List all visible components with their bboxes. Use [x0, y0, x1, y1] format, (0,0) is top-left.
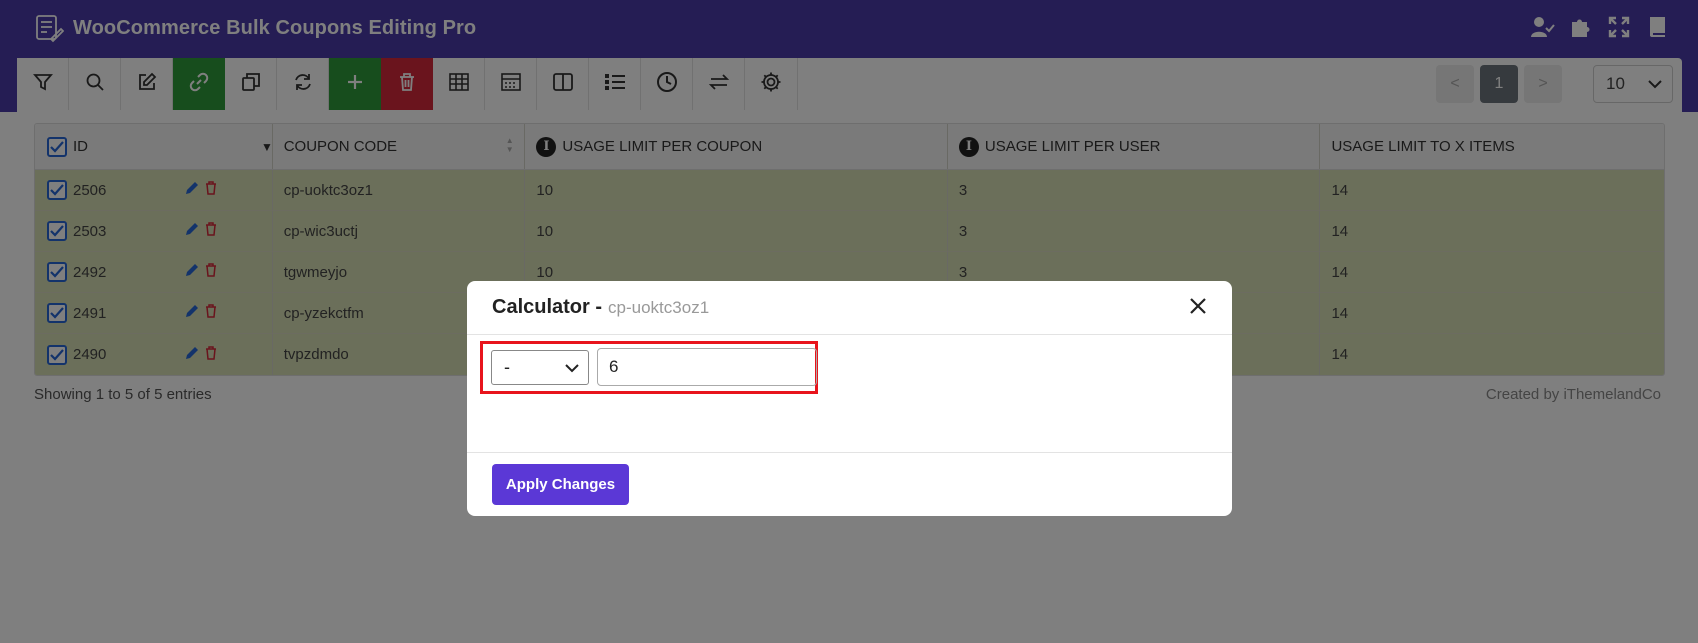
modal-title: Calculator -	[492, 296, 603, 318]
operator-select[interactable]: -	[491, 350, 589, 385]
calculator-value-input[interactable]: 6	[597, 348, 817, 386]
operator-value: -	[504, 357, 510, 377]
modal-subtitle: cp-uoktc3oz1	[608, 297, 710, 317]
chevron-down-icon	[565, 357, 579, 378]
modal-header: Calculator - cp-uoktc3oz1	[467, 281, 1232, 335]
modal-body: - 6	[467, 335, 1232, 453]
close-button[interactable]	[1184, 294, 1212, 322]
apply-changes-button[interactable]: Apply Changes	[492, 464, 629, 505]
close-icon	[1189, 297, 1207, 320]
calculator-modal: Calculator - cp-uoktc3oz1 - 6 Apply Chan…	[467, 281, 1232, 516]
